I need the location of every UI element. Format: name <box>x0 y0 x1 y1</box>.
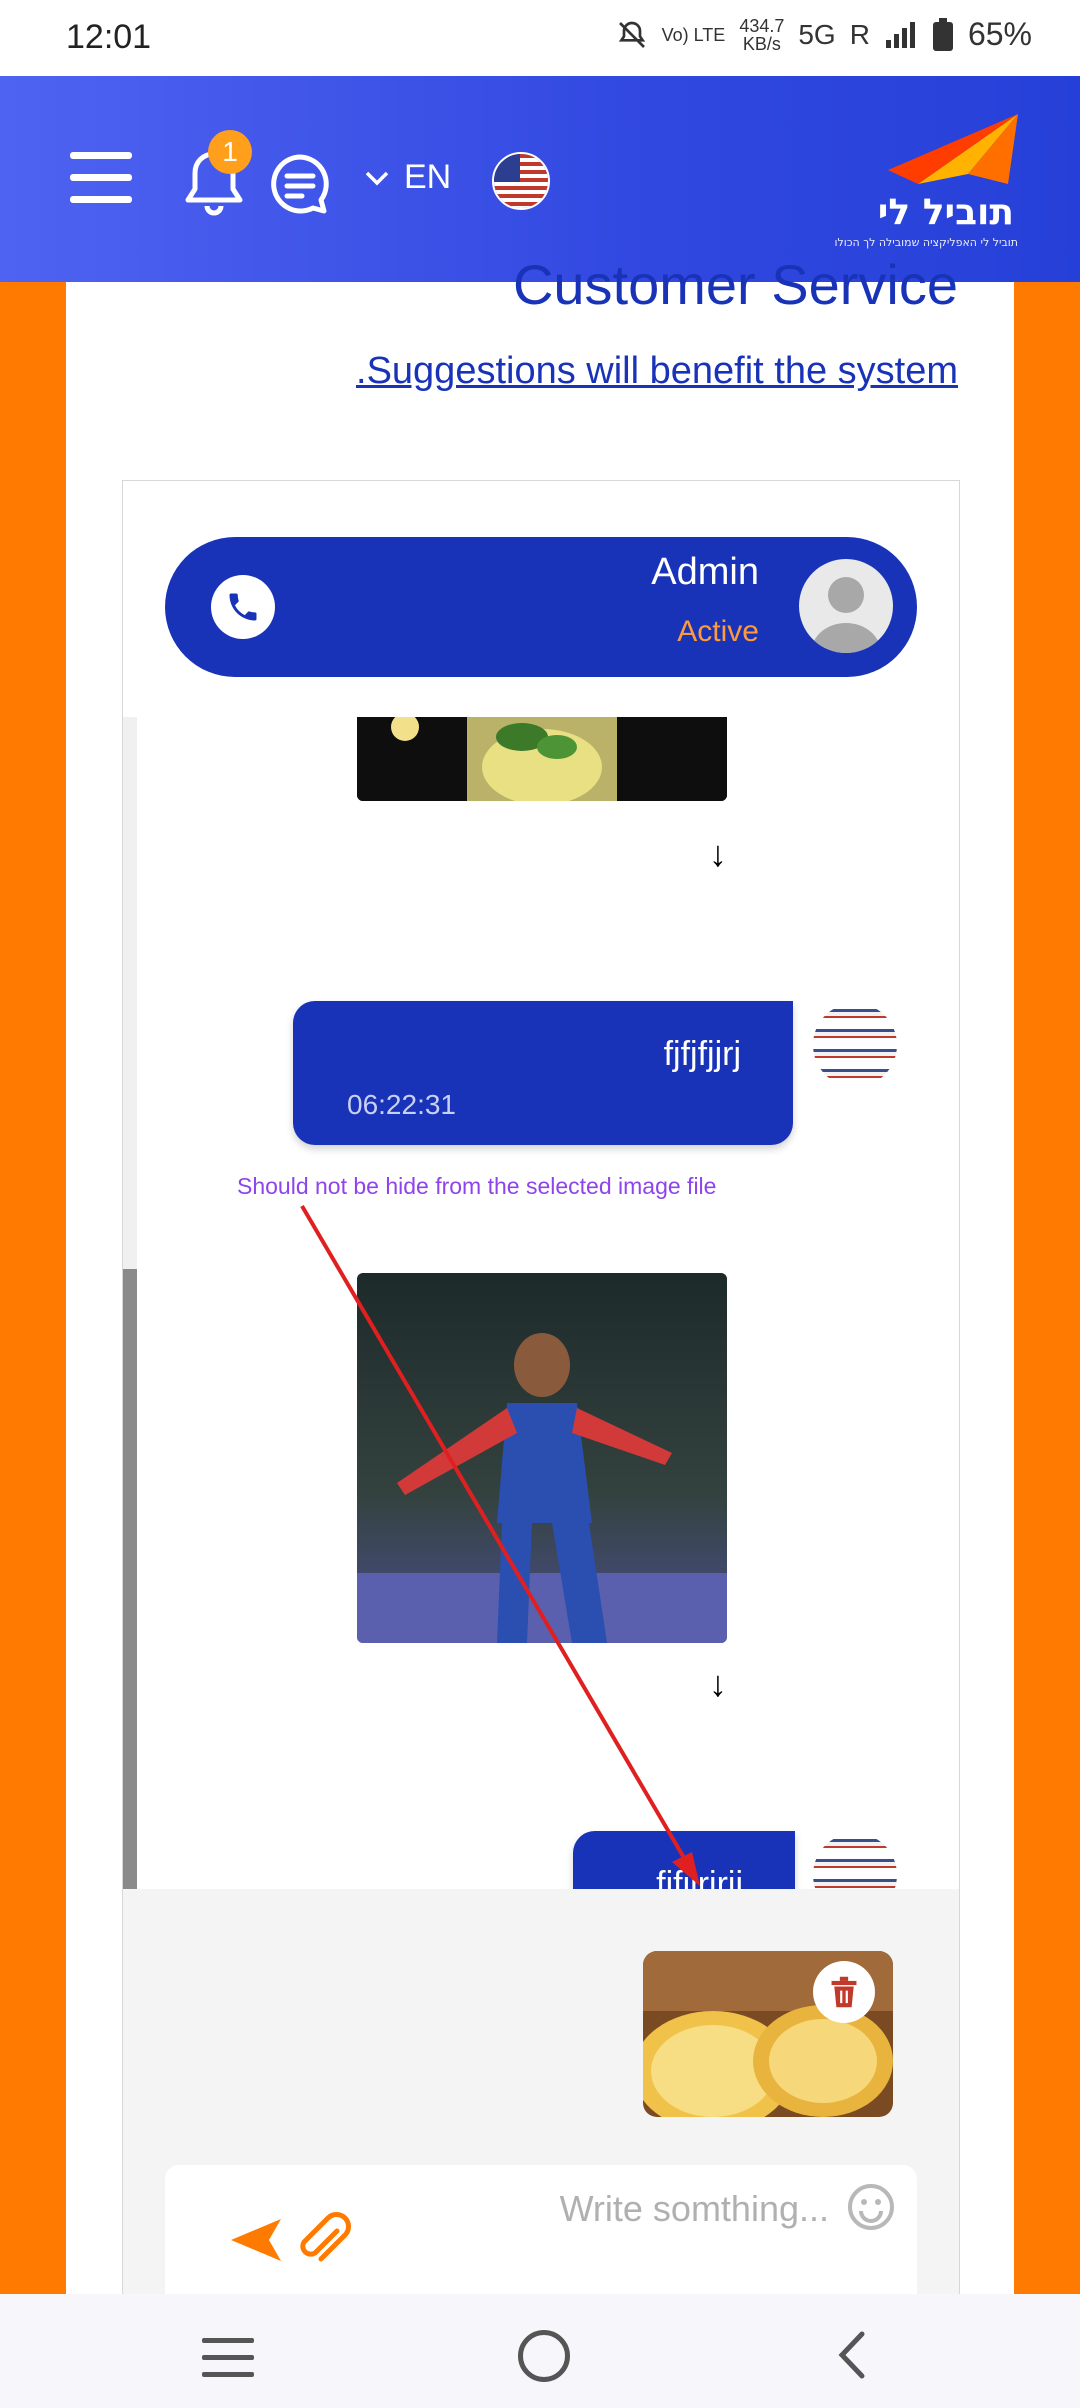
logo-mark-icon <box>888 114 1018 184</box>
message-input[interactable] <box>407 2183 831 2235</box>
suggestions-link[interactable]: .Suggestions will benefit the system <box>356 350 958 393</box>
network-speed: 434.7 KB/s <box>739 17 784 53</box>
contact-status: Active <box>677 615 759 648</box>
roaming-indicator: R <box>849 18 870 50</box>
page-title: Customer Service <box>512 253 958 316</box>
logo-text: תוביל לי <box>877 192 1014 233</box>
user-placeholder-icon <box>811 577 881 653</box>
system-nav-bar <box>0 2294 1080 2408</box>
chat-panel: Admin Active ↓ fjfjfjjrj 06:22:31 Should… <box>122 480 960 2296</box>
app-logo[interactable]: תוביל לי תוביל לי האפליקציה שמובילה לך ה… <box>834 114 1018 254</box>
paperclip-icon[interactable] <box>295 2209 351 2269</box>
chevron-down-icon <box>365 171 389 185</box>
attachment-preview-area <box>123 1889 959 2295</box>
logo-subtitle: תוביל לי האפליקציה שמובילה לך הכולו <box>834 236 1018 249</box>
message-image-lemonade[interactable] <box>357 717 727 801</box>
download-arrow-icon[interactable]: ↓ <box>709 1663 727 1705</box>
recent-apps-icon[interactable] <box>202 2338 254 2378</box>
message-bubble: fjfjjrjrjj <box>573 1831 795 1889</box>
speed-value: 434.7 <box>739 15 785 36</box>
language-selector[interactable]: EN <box>364 158 451 197</box>
message-text: fjfjjrjrjj <box>656 1865 743 1889</box>
battery-icon <box>932 17 953 51</box>
message-bubble: fjfjfjjrj 06:22:31 <box>293 1001 793 1145</box>
cricket-player-photo <box>357 1273 727 1643</box>
chat-header: Admin Active <box>165 537 917 677</box>
emoji-icon[interactable] <box>847 2183 895 2231</box>
phone-icon <box>229 593 257 621</box>
speed-unit: KB/s <box>742 33 781 54</box>
signal-icon <box>885 21 915 48</box>
hamburger-menu-icon[interactable] <box>70 152 132 204</box>
message-list[interactable]: ↓ fjfjfjjrj 06:22:31 Should not be hide … <box>123 717 959 1889</box>
message-image-player[interactable] <box>357 1273 727 1643</box>
lemonade-photo <box>357 717 727 801</box>
chat-bubble-icon[interactable] <box>268 152 332 216</box>
status-time: 12:01 <box>66 18 152 56</box>
message-text: fjfjfjjrj <box>663 1035 741 1073</box>
us-flag-icon[interactable] <box>492 152 550 210</box>
selected-image-preview[interactable] <box>643 1951 893 2117</box>
battery-percent: 65% <box>967 16 1032 52</box>
network-type: 5G <box>798 18 836 50</box>
remove-attachment-button[interactable] <box>813 1961 875 2023</box>
back-icon[interactable] <box>832 2328 872 2382</box>
message-time: 06:22:31 <box>347 1089 456 1120</box>
trash-icon <box>831 1976 857 2008</box>
mute-bell-icon <box>618 21 645 48</box>
main-card: Customer Service .Suggestions will benef… <box>66 253 1014 2296</box>
language-code: EN <box>404 158 452 196</box>
scrollbar-thumb[interactable] <box>123 1269 137 1889</box>
annotation-note: Should not be hide from the selected ima… <box>237 1173 717 1199</box>
notification-badge: 1 <box>208 130 252 174</box>
download-arrow-icon[interactable]: ↓ <box>709 833 727 875</box>
volte-label: Vo) LTE <box>661 24 726 45</box>
contact-name: Admin <box>651 551 759 593</box>
message-composer <box>165 2165 917 2295</box>
status-bar: 12:01 Vo) LTE 434.7 KB/s 5G R 65% <box>0 0 1080 76</box>
sender-avatar <box>813 1003 897 1087</box>
status-icons: Vo) LTE 434.7 KB/s 5G R 65% <box>616 16 1032 53</box>
send-icon[interactable] <box>229 2215 283 2265</box>
home-icon[interactable] <box>518 2330 570 2382</box>
sender-avatar <box>813 1833 897 1889</box>
contact-avatar <box>799 559 893 653</box>
call-button[interactable] <box>211 575 275 639</box>
